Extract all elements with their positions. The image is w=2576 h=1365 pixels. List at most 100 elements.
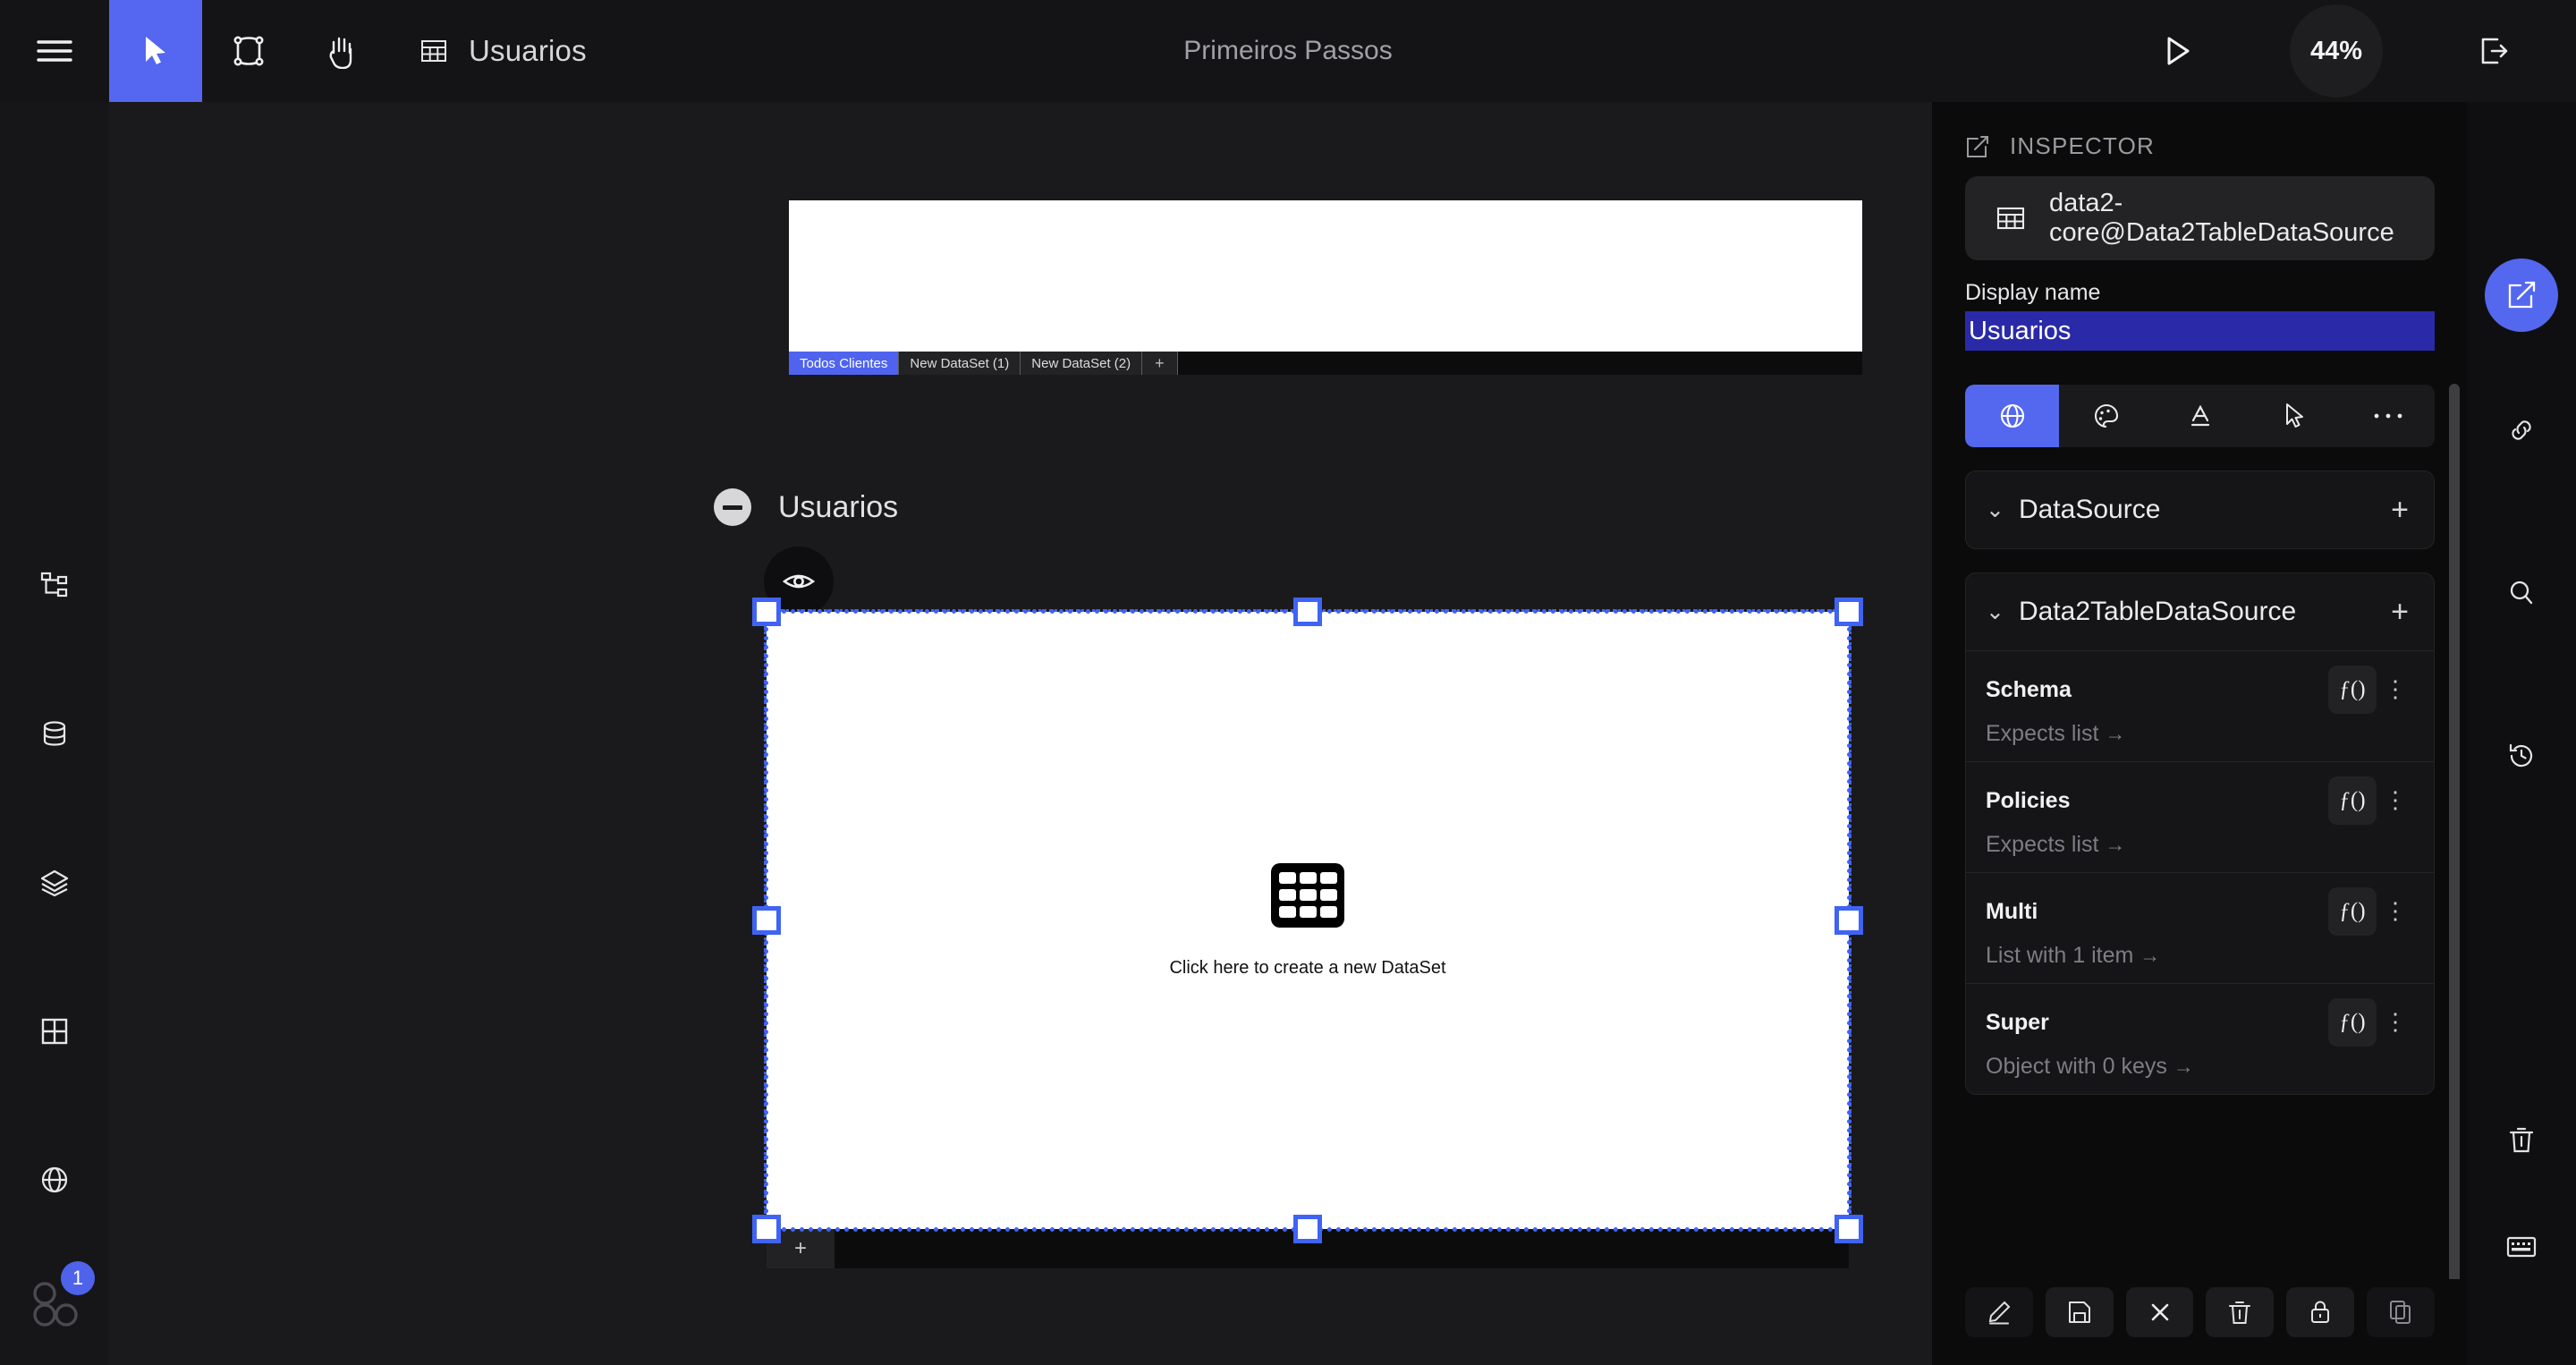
dataset-tab-new-dataset-1[interactable]: New DataSet (1) xyxy=(899,352,1021,375)
frame-tool-button[interactable] xyxy=(202,0,295,102)
property-value-text-policies: Expects list xyxy=(1986,832,2099,857)
property-name-super: Super xyxy=(1986,1009,2049,1035)
pencil-icon xyxy=(1987,1300,2012,1325)
property-value-multi[interactable]: List with 1 item → xyxy=(1986,943,2414,969)
arrow-right-icon: → xyxy=(2105,833,2126,856)
exit-button[interactable] xyxy=(2445,37,2544,65)
property-fx-button-policies[interactable]: ƒ() xyxy=(2328,776,2377,825)
pan-tool-button[interactable] xyxy=(295,0,388,102)
tab-typography[interactable] xyxy=(2153,385,2247,447)
select-tool-button[interactable] xyxy=(109,0,202,102)
trash-button[interactable] xyxy=(2467,1086,2576,1193)
document-title-group[interactable]: Usuarios xyxy=(388,0,587,102)
inspector-scroll-area[interactable]: data2-core@Data2TableDataSource Display … xyxy=(1933,176,2467,1279)
canvas-top-panel[interactable]: Todos Clientes New DataSet (1) New DataS… xyxy=(789,200,1862,375)
resize-handle-bottom-left[interactable] xyxy=(752,1215,781,1243)
resize-handle-bottom-center[interactable] xyxy=(1293,1215,1322,1243)
dataset-tab-todos-clientes[interactable]: Todos Clientes xyxy=(789,352,900,375)
canvas-group-name: Usuarios xyxy=(778,489,899,524)
grid-icon xyxy=(40,1017,69,1046)
inspector-scrollbar[interactable] xyxy=(2449,384,2460,1279)
copy-icon xyxy=(2389,1300,2412,1325)
property-menu-button-multi[interactable]: ⋮ xyxy=(2377,900,2414,922)
section-data2tabledatasource-header[interactable]: ⌄ Data2TableDataSource + xyxy=(1966,573,2434,650)
property-fx-button-super[interactable]: ƒ() xyxy=(2328,998,2377,1047)
canvas-group-header: Usuarios xyxy=(714,488,898,526)
duplicate-button[interactable] xyxy=(2367,1287,2435,1337)
resize-handle-bottom-right[interactable] xyxy=(1835,1215,1863,1243)
dataset-placeholder[interactable]: Click here to create a new DataSet xyxy=(767,612,1849,1229)
trash-icon xyxy=(2228,1300,2251,1325)
resize-handle-top-center[interactable] xyxy=(1293,598,1322,626)
canvas-top-panel-body xyxy=(789,200,1862,352)
arrow-right-icon: → xyxy=(2105,722,2126,745)
resize-handle-middle-right[interactable] xyxy=(1835,906,1863,935)
selected-element[interactable]: Click here to create a new DataSet + xyxy=(752,598,1863,1268)
delete-button[interactable] xyxy=(2206,1287,2275,1337)
property-value-policies[interactable]: Expects list → xyxy=(1986,832,2414,858)
avatar-container[interactable]: 1 xyxy=(0,1261,109,1335)
chevron-down-icon: ⌄ xyxy=(1986,497,2004,522)
lock-icon xyxy=(2309,1300,2331,1325)
dataset-tab-new-dataset-2[interactable]: New DataSet (2) xyxy=(1021,352,1143,375)
sidebar-item-grid[interactable] xyxy=(0,977,109,1086)
top-toolbar-right: 44% xyxy=(2129,0,2576,102)
tab-style[interactable] xyxy=(2059,385,2153,447)
property-fx-button-schema[interactable]: ƒ() xyxy=(2328,666,2377,714)
resize-handle-top-right[interactable] xyxy=(1835,598,1863,626)
dataset-tab-add-button[interactable]: + xyxy=(1142,352,1178,375)
tab-properties[interactable] xyxy=(1965,385,2059,447)
section-datasource-header[interactable]: ⌄ DataSource + xyxy=(1966,471,2434,548)
resize-handle-middle-left[interactable] xyxy=(752,906,781,935)
links-button[interactable] xyxy=(2467,373,2576,488)
property-fx-button-multi[interactable]: ƒ() xyxy=(2328,887,2377,936)
property-menu-button-super[interactable]: ⋮ xyxy=(2377,1011,2414,1033)
inspector-edit-icon xyxy=(1965,134,1990,159)
datasource-chip[interactable]: data2-core@Data2TableDataSource xyxy=(1965,176,2435,260)
property-value-schema[interactable]: Expects list → xyxy=(1986,721,2414,747)
edit-button[interactable] xyxy=(1965,1287,2033,1337)
sidebar-item-layers[interactable] xyxy=(0,828,109,937)
section-datasource-title: DataSource xyxy=(2018,495,2161,524)
section-datasource-add-button[interactable]: + xyxy=(2391,495,2409,525)
property-menu-button-schema[interactable]: ⋮ xyxy=(2377,678,2414,700)
selected-element-body[interactable]: Click here to create a new DataSet xyxy=(764,609,1852,1232)
section-data2tabledatasource-add-button[interactable]: + xyxy=(2391,597,2409,627)
hamburger-menu-button[interactable] xyxy=(0,0,109,102)
zoom-level-button[interactable]: 44% xyxy=(2290,4,2383,98)
app-root: Primeiros Passos Usuarios 44% 1 Todos Cl… xyxy=(0,0,2576,1365)
property-menu-button-policies[interactable]: ⋮ xyxy=(2377,789,2414,811)
history-button[interactable] xyxy=(2467,699,2576,813)
preview-play-button[interactable] xyxy=(2129,36,2227,66)
frame-icon xyxy=(233,35,265,67)
property-name-multi: Multi xyxy=(1986,898,2038,924)
keyboard-button[interactable] xyxy=(2467,1193,2576,1301)
minus-circle-icon[interactable] xyxy=(714,488,751,526)
keyboard-icon xyxy=(2506,1235,2537,1259)
trash-icon xyxy=(2508,1125,2535,1154)
tab-more[interactable] xyxy=(2341,385,2435,447)
resize-handle-top-left[interactable] xyxy=(752,598,781,626)
dataset-tabbar: Todos Clientes New DataSet (1) New DataS… xyxy=(789,352,1862,375)
tab-events[interactable] xyxy=(2247,385,2341,447)
edit-square-icon xyxy=(2505,279,2538,311)
sidebar-item-database[interactable] xyxy=(0,680,109,789)
lock-button[interactable] xyxy=(2286,1287,2355,1337)
section-datasource: ⌄ DataSource + xyxy=(1965,471,2435,549)
sidebar-item-tree[interactable] xyxy=(0,531,109,640)
property-value-super[interactable]: Object with 0 keys → xyxy=(1986,1054,2414,1080)
palette-icon xyxy=(2092,402,2121,430)
display-name-input[interactable] xyxy=(1965,311,2435,351)
inspector-panel: INSPECTOR data2-core@Data2TableDataSourc… xyxy=(1932,102,2467,1365)
canvas-area[interactable]: Todos Clientes New DataSet (1) New DataS… xyxy=(109,102,1932,1365)
close-button[interactable] xyxy=(2125,1287,2194,1337)
document-title: Usuarios xyxy=(469,34,587,67)
table-icon xyxy=(420,38,447,64)
save-button[interactable] xyxy=(2045,1287,2114,1337)
text-a-icon xyxy=(2186,402,2215,430)
search-button[interactable] xyxy=(2467,536,2576,650)
edit-fab[interactable] xyxy=(2485,259,2558,332)
sidebar-item-globe[interactable] xyxy=(0,1125,109,1234)
layers-icon xyxy=(39,868,70,898)
inspector-header: INSPECTOR xyxy=(1933,102,2467,176)
